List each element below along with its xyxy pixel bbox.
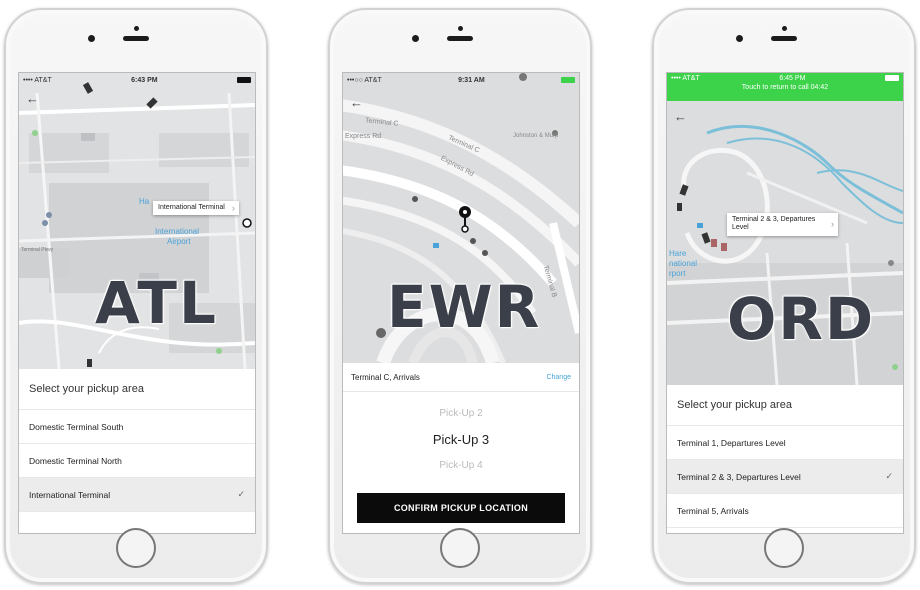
- bubble-label: Terminal 2 & 3, Departures Level: [732, 216, 816, 232]
- airport-code: EWR: [387, 273, 542, 341]
- status-time: 6:43 PM: [131, 76, 158, 84]
- battery-icon: [236, 77, 251, 83]
- map-atl[interactable]: •••• AT&T 6:43 PM ← Ha International Air…: [19, 73, 255, 369]
- confirm-pickup-button[interactable]: CONFIRM PICKUP LOCATION: [357, 493, 565, 523]
- front-camera: [134, 26, 139, 31]
- option-label: Terminal 1, Departures Level: [677, 437, 786, 448]
- picker-option[interactable]: Pick-Up 2: [439, 405, 482, 423]
- pickup-sheet-atl: Select your pickup area Domestic Termina…: [19, 369, 255, 533]
- home-button[interactable]: [116, 528, 156, 568]
- status-time: 6:45 PM: [779, 75, 806, 82]
- earpiece-speaker: [447, 36, 473, 41]
- chevron-right-icon: ›: [831, 219, 834, 230]
- screen-ewr: •••○○ AT&T 9:31 AM ← Terminal C Express …: [342, 72, 580, 534]
- front-camera: [458, 26, 463, 31]
- earpiece-speaker: [123, 36, 149, 41]
- pickup-sheet-ewr: Terminal C, Arrivals Change Pick-Up 2 Pi…: [343, 363, 579, 533]
- option-label: Domestic Terminal South: [29, 421, 124, 432]
- status-carrier: •••• AT&T: [23, 76, 52, 84]
- map-label: Hare: [669, 249, 687, 258]
- earpiece-speaker: [771, 36, 797, 41]
- change-link[interactable]: Change: [546, 374, 571, 381]
- pickup-option[interactable]: Domestic Terminal North: [19, 444, 255, 478]
- map-label: rport: [669, 269, 686, 278]
- pickup-sheet-ord: Select your pickup area Terminal 1, Depa…: [667, 385, 903, 533]
- option-label: International Terminal: [29, 489, 111, 500]
- airport-code: ATL: [95, 269, 218, 337]
- phone-ord: •••• AT&T 6:45 PM Touch to return to cal…: [652, 8, 916, 584]
- proximity-sensor: [88, 35, 95, 42]
- screen-atl: •••• AT&T 6:43 PM ← Ha International Air…: [18, 72, 256, 534]
- status-bar-atl: •••• AT&T 6:43 PM: [19, 73, 255, 87]
- checkmark-icon: ✓: [885, 471, 893, 481]
- call-banner-text: Touch to return to call 04:42: [741, 84, 829, 91]
- front-camera: [782, 26, 787, 31]
- phone-ewr: •••○○ AT&T 9:31 AM ← Terminal C Express …: [328, 8, 592, 584]
- map-label: Ha: [139, 197, 150, 206]
- status-carrier: •••• AT&T: [671, 75, 700, 82]
- checkmark-icon: ✓: [237, 489, 245, 499]
- picker-option[interactable]: Pick-Up 4: [439, 457, 482, 475]
- phone-atl: •••• AT&T 6:43 PM ← Ha International Air…: [4, 8, 268, 584]
- status-carrier: •••○○ AT&T: [347, 76, 382, 84]
- sheet-title: Select your pickup area: [667, 385, 903, 426]
- home-button[interactable]: [440, 528, 480, 568]
- location-row: Terminal C, Arrivals Change: [343, 363, 579, 392]
- proximity-sensor: [412, 35, 419, 42]
- option-label: Terminal 2 & 3, Departures Level: [677, 471, 801, 482]
- map-label: national: [669, 259, 698, 268]
- map-label: Airport: [167, 237, 191, 246]
- pickup-option-selected[interactable]: Terminal 2 & 3, Departures Level ✓: [667, 460, 903, 494]
- map-label: Terminal Pkwy: [21, 247, 54, 253]
- pickup-option[interactable]: Domestic Terminal South: [19, 410, 255, 444]
- pickup-option[interactable]: Terminal 5, Arrivals: [667, 494, 903, 528]
- map-label: Express Rd: [345, 133, 382, 140]
- map-ord[interactable]: •••• AT&T 6:45 PM Touch to return to cal…: [667, 73, 903, 385]
- pickup-option-selected[interactable]: International Terminal ✓: [19, 478, 255, 512]
- airport-code: ORD: [727, 285, 876, 353]
- map-label: International: [155, 227, 200, 236]
- sheet-title: Select your pickup area: [19, 369, 255, 410]
- status-bar-ord: •••• AT&T 6:45 PM: [667, 73, 903, 82]
- status-bar-ewr: •••○○ AT&T 9:31 AM: [343, 73, 579, 87]
- picker-option-current[interactable]: Pick-Up 3: [433, 423, 489, 457]
- chevron-right-icon: ›: [231, 203, 235, 214]
- map-ewr[interactable]: •••○○ AT&T 9:31 AM ← Terminal C Express …: [343, 73, 579, 363]
- status-time: 9:31 AM: [458, 76, 485, 84]
- pickup-option[interactable]: Terminal 1, Departures Level: [667, 426, 903, 460]
- battery-icon: [885, 75, 899, 81]
- call-banner[interactable]: •••• AT&T 6:45 PM Touch to return to cal…: [667, 73, 903, 101]
- back-arrow-icon[interactable]: ←: [26, 91, 39, 106]
- screen-ord: •••• AT&T 6:45 PM Touch to return to cal…: [666, 72, 904, 534]
- home-button[interactable]: [764, 528, 804, 568]
- back-arrow-icon[interactable]: ←: [350, 95, 363, 110]
- location-label: Terminal C, Arrivals: [351, 372, 420, 382]
- bubble-label: International Terminal: [158, 204, 225, 211]
- pickup-bubble[interactable]: Terminal 2 & 3, Departures Level ›: [727, 213, 838, 236]
- option-label: Domestic Terminal North: [29, 455, 122, 466]
- pickup-picker[interactable]: Pick-Up 2 Pick-Up 3 Pick-Up 4: [343, 392, 579, 488]
- pickup-bubble[interactable]: International Terminal ›: [153, 201, 239, 216]
- map-label: Johnston & Murp: [513, 133, 559, 139]
- back-arrow-icon[interactable]: ←: [674, 109, 687, 124]
- proximity-sensor: [736, 35, 743, 42]
- option-label: Terminal 5, Arrivals: [677, 505, 749, 516]
- battery-icon: [561, 77, 575, 83]
